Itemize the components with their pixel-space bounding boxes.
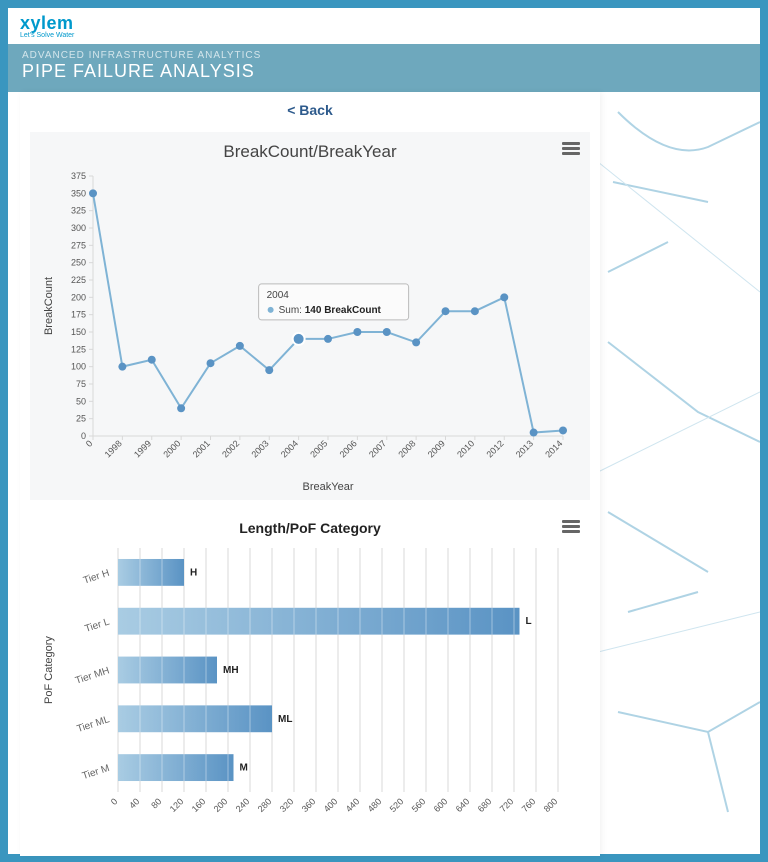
svg-text:280: 280 (256, 796, 274, 814)
chart1-title: BreakCount/BreakYear (38, 142, 582, 162)
svg-text:H: H (190, 567, 197, 578)
svg-text:25: 25 (76, 414, 86, 424)
svg-text:350: 350 (71, 188, 86, 198)
svg-text:250: 250 (71, 258, 86, 268)
svg-text:360: 360 (300, 796, 318, 814)
svg-text:Tier ML: Tier ML (76, 714, 112, 735)
topbar: xylem Let's Solve Water (8, 8, 760, 44)
svg-text:BreakCount: BreakCount (43, 277, 55, 335)
svg-text:40: 40 (127, 796, 141, 810)
svg-text:375: 375 (71, 171, 86, 181)
svg-text:400: 400 (322, 796, 340, 814)
svg-text:M: M (240, 763, 248, 774)
svg-text:L: L (526, 616, 532, 627)
svg-text:720: 720 (498, 796, 516, 814)
chart2-title: Length/PoF Category (38, 520, 582, 536)
svg-text:2001: 2001 (191, 438, 212, 459)
brand-logo: xylem Let's Solve Water (20, 13, 74, 39)
back-link[interactable]: < Back (287, 102, 333, 118)
svg-text:2010: 2010 (455, 438, 476, 459)
svg-text:1999: 1999 (132, 438, 153, 459)
svg-text:325: 325 (71, 206, 86, 216)
svg-text:2004: 2004 (267, 290, 290, 301)
chart-breakcount-breakyear: BreakCount/BreakYear 0255075100125150175… (30, 132, 590, 500)
charts-panel: < Back BreakCount/BreakYear 0 25 50 75 100 12… (20, 92, 600, 856)
svg-text:50: 50 (76, 396, 86, 406)
svg-text:480: 480 (366, 796, 384, 814)
svg-text:520: 520 (388, 796, 406, 814)
svg-text:ML: ML (278, 714, 292, 725)
svg-text:Tier M: Tier M (81, 763, 111, 782)
svg-text:2009: 2009 (426, 438, 447, 459)
svg-text:225: 225 (71, 275, 86, 285)
svg-text:BreakYear: BreakYear (303, 481, 354, 493)
svg-text:150: 150 (71, 327, 86, 337)
svg-text:2000: 2000 (161, 438, 182, 459)
svg-text:160: 160 (190, 796, 208, 814)
svg-text:2006: 2006 (338, 438, 359, 459)
page-title: PIPE FAILURE ANALYSIS (22, 61, 746, 82)
back-row: < Back (20, 92, 600, 126)
header-band: ADVANCED INFRASTRUCTURE ANALYTICS PIPE F… (8, 44, 760, 92)
app-frame: xylem Let's Solve Water ADVANCED INFRAST… (0, 0, 768, 862)
svg-text:80: 80 (149, 796, 163, 810)
svg-text:800: 800 (542, 796, 560, 814)
header-sup: ADVANCED INFRASTRUCTURE ANALYTICS (22, 50, 746, 61)
svg-text:200: 200 (212, 796, 230, 814)
svg-text:440: 440 (344, 796, 362, 814)
chart2-menu-icon[interactable] (562, 520, 580, 534)
svg-text:PoF Category: PoF Category (43, 636, 55, 704)
svg-text:600: 600 (432, 796, 450, 814)
svg-text:320: 320 (278, 796, 296, 814)
svg-text:275: 275 (71, 240, 86, 250)
svg-text:2002: 2002 (220, 438, 241, 459)
svg-text:175: 175 (71, 310, 86, 320)
chart2-plot: 0 40 80 12016020024028032036040044048052056… (38, 542, 578, 832)
svg-text:Sum: 140 BreakCount: Sum: 140 BreakCount (279, 305, 382, 316)
svg-text:100: 100 (71, 362, 86, 372)
svg-text:75: 75 (76, 379, 86, 389)
svg-text:680: 680 (476, 796, 494, 814)
svg-text:Tier MH: Tier MH (74, 665, 111, 686)
svg-text:2012: 2012 (484, 438, 505, 459)
svg-text:240: 240 (234, 796, 252, 814)
svg-text:2007: 2007 (367, 438, 388, 459)
svg-text:0: 0 (109, 796, 120, 807)
svg-text:Tier L: Tier L (84, 616, 112, 634)
chart1-menu-icon[interactable] (562, 142, 580, 156)
svg-text:640: 640 (454, 796, 472, 814)
svg-text:200: 200 (71, 292, 86, 302)
chart-length-pof: Length/PoF Category 0 40 80 120160200240280… (30, 510, 590, 836)
svg-text:300: 300 (71, 223, 86, 233)
svg-text:560: 560 (410, 796, 428, 814)
content-area: < Back BreakCount/BreakYear 0 25 50 75 100 12… (8, 92, 760, 856)
svg-text:125: 125 (71, 344, 86, 354)
svg-text:Tier H: Tier H (82, 568, 111, 587)
svg-text:120: 120 (168, 796, 186, 814)
svg-text:2004: 2004 (279, 438, 300, 459)
svg-text:2003: 2003 (249, 438, 270, 459)
svg-text:1998: 1998 (103, 438, 124, 459)
svg-text:2013: 2013 (514, 438, 535, 459)
svg-text:2014: 2014 (543, 438, 564, 459)
svg-text:760: 760 (520, 796, 538, 814)
svg-text:2005: 2005 (308, 438, 329, 459)
brand-tagline: Let's Solve Water (20, 32, 74, 39)
svg-text:2008: 2008 (396, 438, 417, 459)
chart1-plot: 0255075100125150175200225250275300325350… (38, 166, 578, 496)
svg-text:MH: MH (223, 665, 239, 676)
brand-name: xylem (20, 13, 74, 33)
